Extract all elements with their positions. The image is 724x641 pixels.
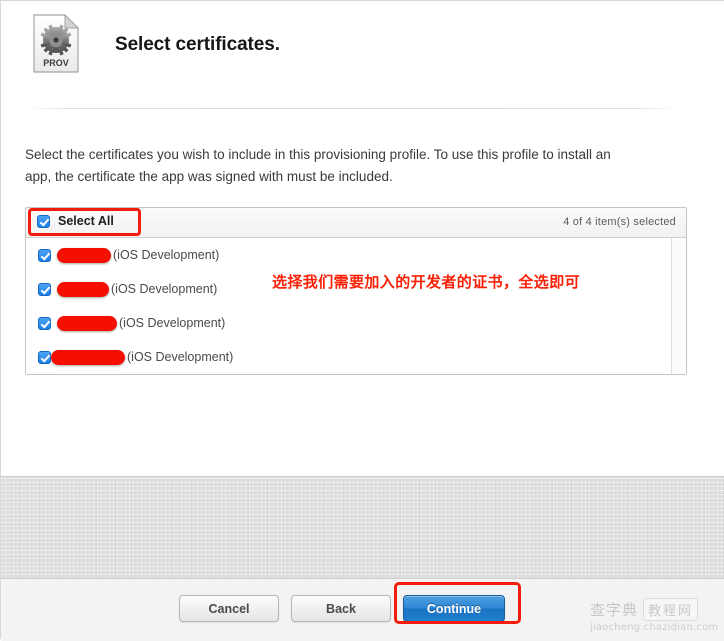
certificate-type-label: (iOS Development)	[127, 350, 234, 364]
page-header: PROV Select certificates.	[1, 1, 724, 109]
header-divider	[24, 108, 679, 109]
watermark-boxed-text: 教程网	[643, 598, 699, 621]
certificate-rows: (iOS Development) (iOS Development) (iOS…	[26, 238, 686, 374]
page-description: Select the certificates you wish to incl…	[25, 147, 611, 184]
select-all-row[interactable]: Select All	[37, 214, 114, 228]
back-button[interactable]: Back	[291, 595, 391, 622]
certificate-row[interactable]: (iOS Development)	[26, 340, 686, 374]
certificate-row[interactable]: (iOS Development)	[26, 238, 686, 272]
linen-background-panel	[1, 476, 724, 579]
site-watermark: 查字典 教程网 jiaocheng.chazidian.com	[590, 598, 718, 636]
watermark-url: jiaocheng.chazidian.com	[590, 622, 719, 633]
certificate-name-redacted	[57, 315, 117, 331]
cancel-button[interactable]: Cancel	[179, 595, 279, 622]
wizard-page: PROV Select certificates. Select the cer…	[0, 0, 724, 641]
page-title: Select certificates.	[115, 34, 280, 55]
certificate-name-redacted	[57, 247, 111, 263]
annotation-text: 选择我们需要加入的开发者的证书，全选即可	[272, 273, 581, 291]
certificate-checkbox[interactable]	[38, 316, 51, 330]
select-all-checkbox[interactable]	[37, 214, 50, 228]
selected-count-label: 4 of 4 item(s) selected	[563, 216, 676, 228]
select-all-label: Select All	[58, 214, 114, 228]
continue-button[interactable]: Continue	[403, 595, 505, 622]
certificate-type-label: (iOS Development)	[119, 316, 226, 330]
certificate-name-redacted	[57, 281, 109, 297]
certificate-row[interactable]: (iOS Development)	[26, 306, 686, 340]
certificate-list-header: Select All 4 of 4 item(s) selected	[26, 208, 686, 238]
certificate-type-label: (iOS Development)	[111, 282, 218, 296]
certificate-type-label: (iOS Development)	[113, 248, 220, 262]
certificate-name-redacted	[51, 349, 125, 365]
certificate-checkbox[interactable]	[38, 248, 51, 262]
certificate-checkbox[interactable]	[38, 350, 51, 364]
provisioning-profile-document-icon: PROV	[33, 14, 80, 73]
certificate-checkbox[interactable]	[38, 282, 51, 296]
watermark-main-text: 查字典	[590, 601, 639, 619]
prov-icon-label: PROV	[43, 58, 69, 68]
